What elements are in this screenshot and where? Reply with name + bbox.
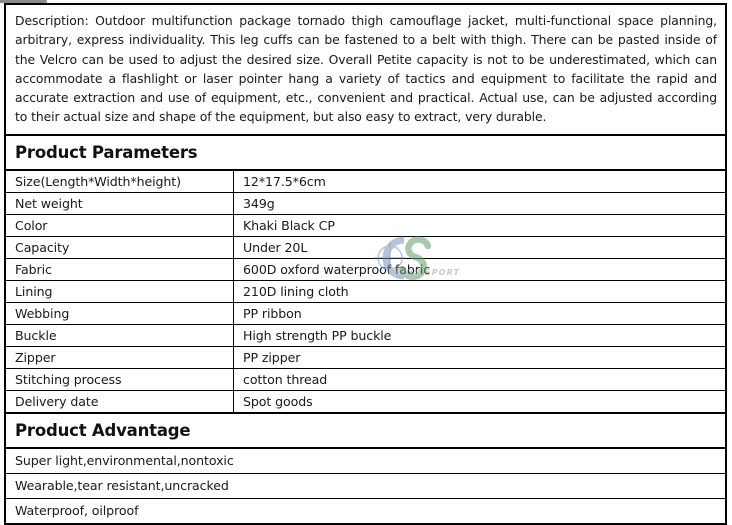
table-row: Webbing PP ribbon — [6, 302, 725, 325]
param-value: 12*17.5*6cm — [233, 170, 725, 193]
param-value: 600D oxford waterproof fabric — [233, 258, 725, 281]
list-item: Wearable,tear resistant,uncracked — [6, 473, 725, 499]
table-row: Capacity Under 20L — [6, 236, 725, 259]
param-value: PP zipper — [233, 346, 725, 369]
param-label: Delivery date — [6, 390, 234, 414]
product-parameters-table: Size(Length*Width*height) 12*17.5*6cm Ne… — [6, 170, 725, 414]
product-detail-sheet: Description: Outdoor multifunction packa… — [4, 3, 727, 525]
table-row: Lining 210D lining cloth — [6, 280, 725, 303]
param-label: Color — [6, 214, 234, 237]
param-label: Fabric — [6, 258, 234, 281]
table-row: Color Khaki Black CP — [6, 214, 725, 237]
product-advantage-header: Product Advantage — [6, 414, 725, 449]
param-value: High strength PP buckle — [233, 324, 725, 347]
param-label: Lining — [6, 280, 234, 303]
table-row: Stitching process cotton thread — [6, 368, 725, 391]
list-item: Waterproof, oilproof — [6, 498, 725, 525]
list-item: Super light,environmental,nontoxic — [6, 448, 725, 474]
table-row: Delivery date Spot goods — [6, 390, 725, 414]
param-value: 210D lining cloth — [233, 280, 725, 303]
description-block: Description: Outdoor multifunction packa… — [6, 5, 725, 136]
param-label: Capacity — [6, 236, 234, 259]
product-advantage-table: Super light,environmental,nontoxic Weara… — [6, 448, 725, 525]
product-advantage-body: Super light,environmental,nontoxic Weara… — [6, 448, 725, 525]
param-label: Size(Length*Width*height) — [6, 170, 234, 193]
param-value: 349g — [233, 192, 725, 215]
table-row: Size(Length*Width*height) 12*17.5*6cm — [6, 170, 725, 193]
param-value: cotton thread — [233, 368, 725, 391]
table-row: Buckle High strength PP buckle — [6, 324, 725, 347]
description-text: Description: Outdoor multifunction packa… — [15, 13, 717, 125]
param-label: Buckle — [6, 324, 234, 347]
product-advantage-title: Product Advantage — [15, 420, 191, 440]
param-label: Webbing — [6, 302, 234, 325]
param-value: Under 20L — [233, 236, 725, 259]
product-parameters-header: Product Parameters — [6, 136, 725, 171]
param-value: PP ribbon — [233, 302, 725, 325]
param-value: Khaki Black CP — [233, 214, 725, 237]
product-parameters-title: Product Parameters — [15, 142, 198, 162]
param-label: Net weight — [6, 192, 234, 215]
param-label: Stitching process — [6, 368, 234, 391]
table-row: Fabric 600D oxford waterproof fabric — [6, 258, 725, 281]
param-label: Zipper — [6, 346, 234, 369]
advantage-text: Waterproof, oilproof — [6, 498, 725, 525]
param-value: Spot goods — [233, 390, 725, 414]
advantage-text: Wearable,tear resistant,uncracked — [6, 473, 725, 499]
table-row: Zipper PP zipper — [6, 346, 725, 369]
product-parameters-body: Size(Length*Width*height) 12*17.5*6cm Ne… — [6, 170, 725, 414]
table-row: Net weight 349g — [6, 192, 725, 215]
advantage-text: Super light,environmental,nontoxic — [6, 448, 725, 474]
